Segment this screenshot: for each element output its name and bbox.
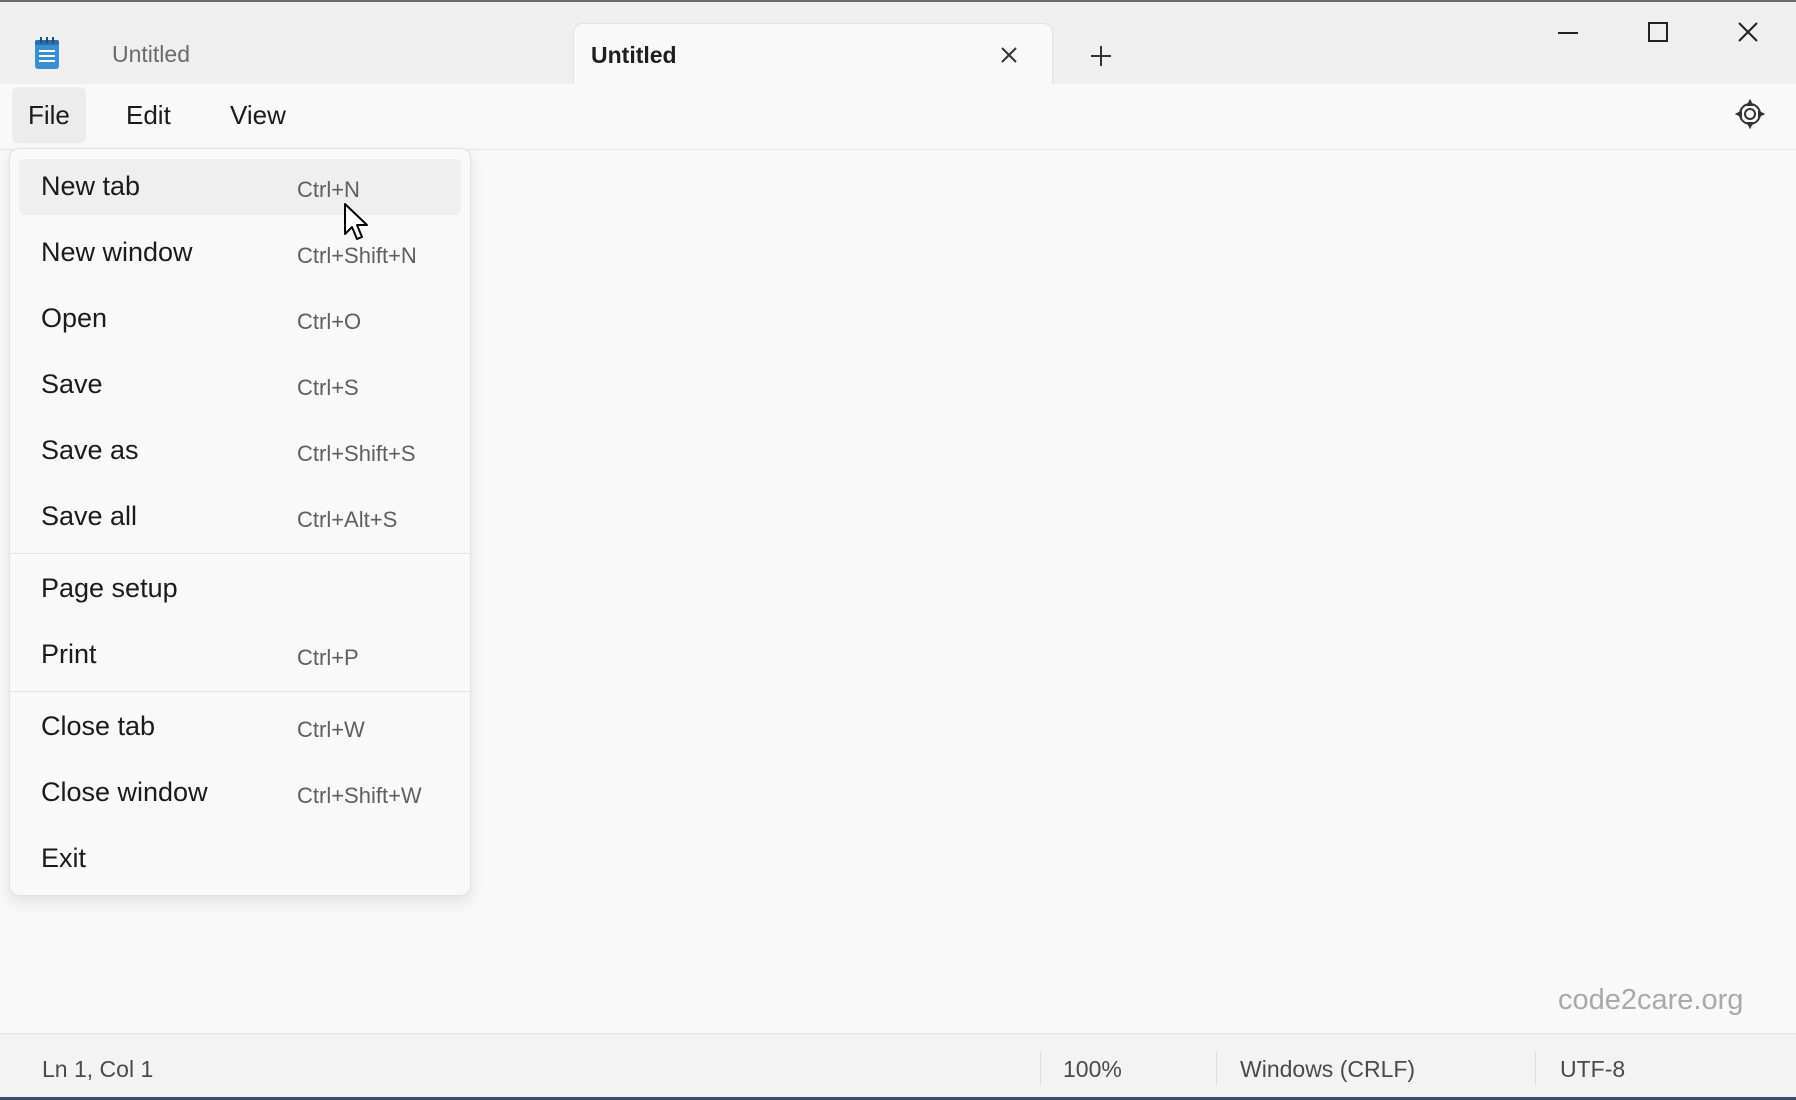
status-bar: Ln 1, Col 1 100% Windows (CRLF) UTF-8 xyxy=(0,1033,1796,1100)
menu-item-save[interactable]: Save Ctrl+S xyxy=(19,357,461,413)
close-window-icon[interactable] xyxy=(1718,12,1778,52)
menu-item-new-tab[interactable]: New tab Ctrl+N xyxy=(19,159,461,215)
menu-item-close-tab[interactable]: Close tab Ctrl+W xyxy=(19,699,461,755)
menu-item-save-as[interactable]: Save as Ctrl+Shift+S xyxy=(19,423,461,479)
watermark: code2care.org xyxy=(1558,984,1744,1016)
menu-item-shortcut: Ctrl+Shift+N xyxy=(297,243,417,268)
menu-item-exit[interactable]: Exit xyxy=(19,831,461,887)
menu-item-label: Close window xyxy=(41,777,208,807)
minimize-icon[interactable] xyxy=(1538,12,1598,52)
tab-active[interactable]: Untitled xyxy=(573,23,1053,86)
plus-icon[interactable] xyxy=(1084,39,1118,73)
menu-item-shortcut: Ctrl+N xyxy=(297,177,360,202)
menu-item-label: New window xyxy=(41,237,193,267)
menu-item-new-window[interactable]: New window Ctrl+Shift+N xyxy=(19,225,461,281)
close-icon[interactable] xyxy=(994,40,1024,70)
cursor-position: Ln 1, Col 1 xyxy=(42,1056,154,1082)
mouse-cursor-icon xyxy=(344,203,368,240)
menu-item-shortcut: Ctrl+P xyxy=(297,645,359,670)
tab-inactive[interactable]: Untitled xyxy=(80,22,570,86)
menu-item-label: Page setup xyxy=(41,573,178,603)
menu-item-shortcut: Ctrl+Shift+S xyxy=(297,441,416,466)
status-divider xyxy=(1216,1052,1217,1086)
menu-item-shortcut: Ctrl+S xyxy=(297,375,359,400)
menu-item-label: Save as xyxy=(41,435,139,465)
title-bar: Untitled Untitled xyxy=(0,0,1796,86)
line-ending[interactable]: Windows (CRLF) xyxy=(1240,1056,1415,1083)
menu-bar: File Edit View xyxy=(0,84,1796,150)
menu-item-open[interactable]: Open Ctrl+O xyxy=(19,291,461,347)
menu-item-label: Exit xyxy=(41,843,87,873)
menu-item-shortcut: Ctrl+Alt+S xyxy=(297,507,398,532)
encoding[interactable]: UTF-8 xyxy=(1560,1056,1625,1083)
file-menu-dropdown: New tab Ctrl+N New window Ctrl+Shift+N O… xyxy=(9,148,471,896)
status-divider xyxy=(1040,1052,1041,1086)
menu-item-label: Print xyxy=(41,639,97,669)
tab-label: Untitled xyxy=(591,42,677,68)
menu-item-label: Close tab xyxy=(41,711,156,741)
menu-item-shortcut: Ctrl+Shift+W xyxy=(297,783,422,808)
notepad-icon xyxy=(35,37,59,69)
menu-item-print[interactable]: Print Ctrl+P xyxy=(19,627,461,683)
menu-edit[interactable]: Edit xyxy=(110,87,187,143)
gear-icon[interactable] xyxy=(1734,98,1766,130)
menu-separator xyxy=(10,553,470,554)
zoom-level[interactable]: 100% xyxy=(1063,1056,1122,1083)
menu-item-label: Save xyxy=(41,369,103,399)
menu-item-shortcut: Ctrl+W xyxy=(297,717,365,742)
menu-view[interactable]: View xyxy=(214,87,302,143)
maximize-icon[interactable] xyxy=(1628,12,1688,52)
menu-item-close-window[interactable]: Close window Ctrl+Shift+W xyxy=(19,765,461,821)
status-divider xyxy=(1535,1052,1536,1086)
menu-file[interactable]: File xyxy=(12,87,86,143)
menu-item-label: New tab xyxy=(41,171,141,201)
menu-item-shortcut: Ctrl+O xyxy=(297,309,362,334)
menu-separator xyxy=(10,691,470,692)
menu-item-label: Open xyxy=(41,303,108,333)
tab-label: Untitled xyxy=(112,40,190,67)
menu-item-label: Save all xyxy=(41,501,138,531)
menu-item-save-all[interactable]: Save all Ctrl+Alt+S xyxy=(19,489,461,545)
menu-item-page-setup[interactable]: Page setup xyxy=(19,561,461,617)
